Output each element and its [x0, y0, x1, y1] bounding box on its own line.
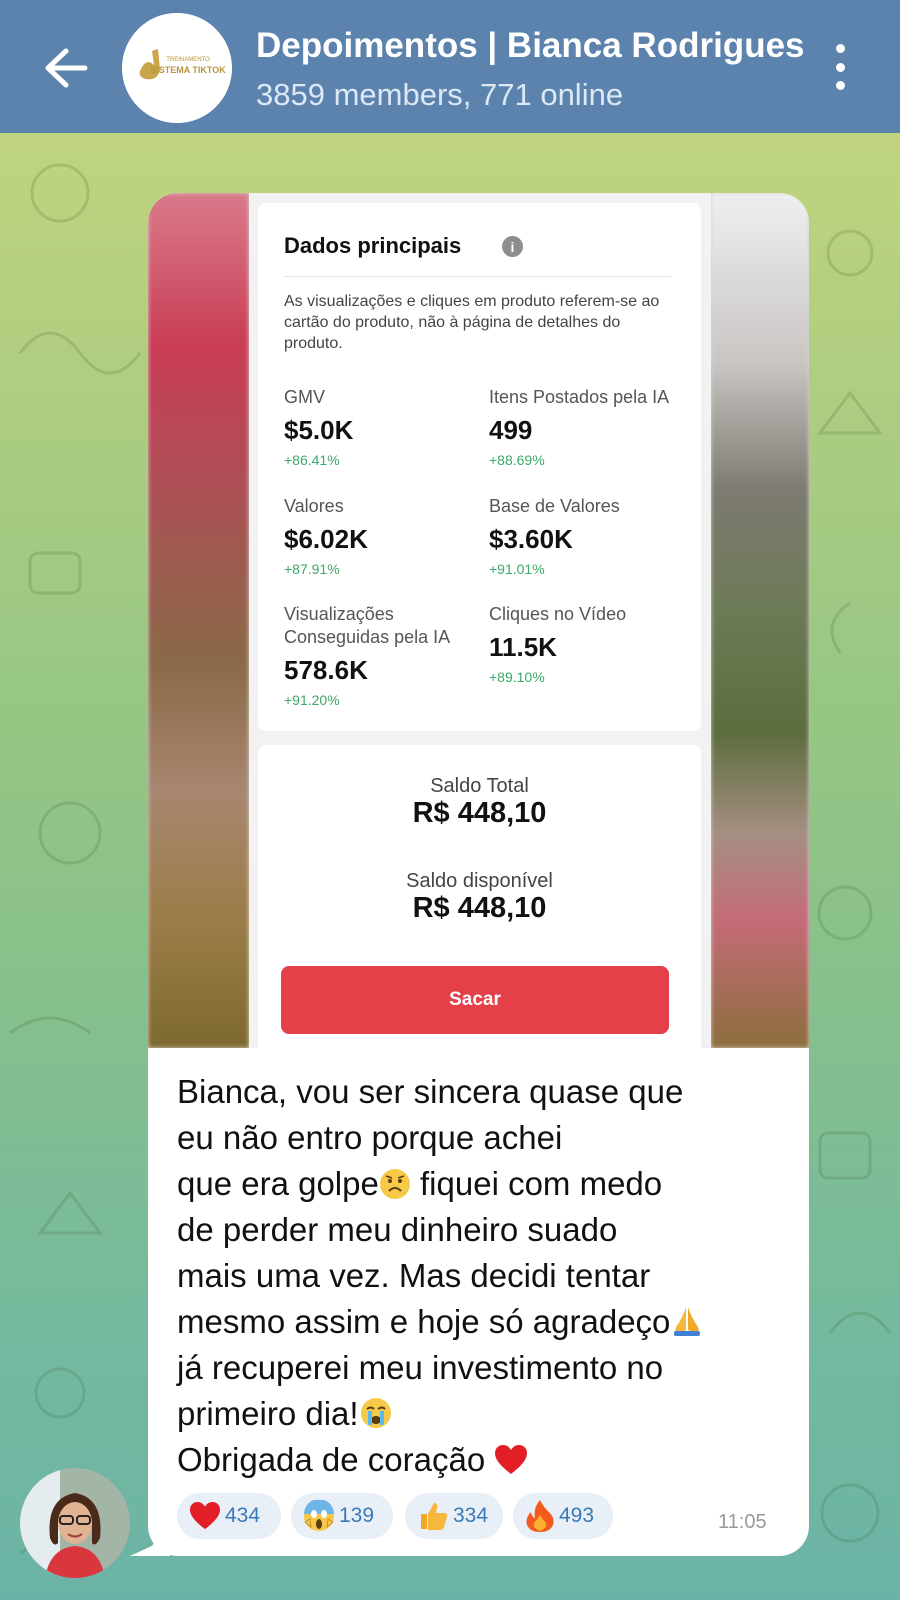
channel-avatar[interactable]: TREINAMENTO SISTEMA TIKTOK: [122, 13, 232, 123]
reaction-count: 139: [339, 1504, 375, 1527]
divider: [284, 276, 671, 277]
metric-gmv: GMV $5.0K +86.41%: [284, 386, 474, 468]
message-line: mais uma vez. Mas decidi tentar: [177, 1257, 651, 1294]
sender-avatar[interactable]: [20, 1468, 130, 1578]
channel-logo: TREINAMENTO SISTEMA TIKTOK: [122, 13, 232, 123]
balance-card: Saldo Total R$ 448,10 Saldo disponível R…: [258, 745, 701, 1048]
message-line: primeiro dia!: [177, 1391, 792, 1437]
channel-title[interactable]: Depoimentos | Bianca Rodrigues: [256, 26, 805, 66]
crying-face-emoji: [360, 1398, 391, 1428]
worried-face-emoji: [379, 1169, 410, 1199]
message-line: mesmo assim e hoje só agradeço: [177, 1299, 792, 1345]
logo-main-text: SISTEMA TIKTOK: [150, 65, 226, 75]
sender-photo: [20, 1468, 130, 1578]
metric-value: 578.6K: [284, 655, 368, 685]
blurred-photo-edge-left: [148, 193, 249, 1048]
metric-value: $5.0K: [284, 415, 354, 445]
logo-top-text: TREINAMENTO: [166, 57, 210, 63]
total-balance-value: R$ 448,10: [412, 797, 547, 829]
metric-change: +91.01%: [489, 561, 545, 577]
withdraw-button: Sacar: [281, 966, 669, 1034]
more-vertical-icon: [835, 44, 845, 53]
metric-label: Cliques no Vídeo: [489, 604, 627, 624]
reaction-thumbs-up[interactable]: 334: [405, 1493, 503, 1539]
metric-label: Itens Postados pela IA: [489, 387, 670, 407]
message-line: que era golpe fiquei com medo: [177, 1165, 663, 1202]
metric-change: +91.20%: [284, 692, 340, 708]
available-balance-value: R$ 448,10: [412, 892, 547, 924]
metric-label: Valores: [284, 496, 344, 516]
reaction-fire[interactable]: 493: [513, 1493, 613, 1539]
metric-change: +88.69%: [489, 452, 545, 468]
metric-value: $6.02K: [284, 524, 368, 554]
metric-value: $3.60K: [489, 524, 573, 554]
message-time: 11:05: [718, 1511, 767, 1533]
reaction-count: 334: [453, 1504, 489, 1527]
dashboard-screenshot: Dados principais i As visualizações e cl…: [249, 193, 711, 1048]
thumbs-up-emoji: [421, 1503, 448, 1530]
channel-member-count: 3859 members, 771 online: [256, 77, 624, 112]
message-line: Bianca, vou ser sincera quase que: [177, 1073, 684, 1110]
reaction-count: 493: [559, 1504, 595, 1527]
metric-items-posted: Itens Postados pela IA 499 +88.69%: [489, 386, 701, 468]
card-description: As visualizações e cliques em produto re…: [284, 293, 660, 352]
message-line: já recuperei meu investimento no: [177, 1349, 664, 1386]
metric-value: 499: [489, 415, 533, 445]
message-text: Bianca, vou ser sincera quase que eu não…: [177, 1069, 792, 1483]
metric-video-clicks: Cliques no Vídeo 11.5K +89.10%: [489, 603, 699, 685]
red-heart-emoji: [495, 1445, 528, 1474]
back-button[interactable]: [36, 38, 96, 98]
metric-change: +89.10%: [489, 669, 545, 685]
screaming-face-emoji: [304, 1500, 334, 1531]
message-line: Obrigada de coração: [177, 1437, 792, 1483]
info-icon: i: [502, 236, 523, 257]
card-title: Dados principais: [284, 233, 462, 258]
chat-header: TREINAMENTO SISTEMA TIKTOK Depoimentos |…: [0, 0, 900, 133]
metric-values: Valores $6.02K +87.91%: [284, 495, 474, 577]
reaction-screaming[interactable]: 139: [291, 1493, 393, 1539]
red-heart-emoji: [190, 1501, 220, 1530]
metric-change: +86.41%: [284, 452, 340, 468]
more-options-button[interactable]: [822, 42, 858, 92]
arrow-left-icon: [45, 48, 88, 88]
reaction-count: 434: [225, 1504, 261, 1527]
reaction-heart[interactable]: 434: [177, 1493, 281, 1539]
message-bubble: Dados principais i As visualizações e cl…: [148, 193, 809, 1556]
metric-base-values: Base de Valores $3.60K +91.01%: [489, 495, 699, 577]
main-data-card: Dados principais i As visualizações e cl…: [258, 203, 701, 731]
message-line: de perder meu dinheiro suado: [177, 1211, 618, 1248]
metric-label: Visualizações Conseguidas pela IA: [284, 604, 451, 647]
blurred-photo-edge-right: [711, 193, 809, 1048]
metric-change: +87.91%: [284, 561, 340, 577]
fire-emoji: [526, 1500, 554, 1532]
metric-label: GMV: [284, 387, 326, 407]
praying-hands-emoji: [674, 1307, 701, 1336]
message-photo[interactable]: Dados principais i As visualizações e cl…: [148, 193, 809, 1048]
metric-label: Base de Valores: [489, 496, 620, 516]
metric-views: Visualizações Conseguidas pela IA 578.6K…: [284, 603, 484, 708]
message-line: eu não entro porque achei: [177, 1119, 563, 1156]
available-balance-label: Saldo disponível: [406, 870, 553, 892]
metric-value: 11.5K: [489, 632, 557, 662]
total-balance-label: Saldo Total: [430, 775, 529, 797]
